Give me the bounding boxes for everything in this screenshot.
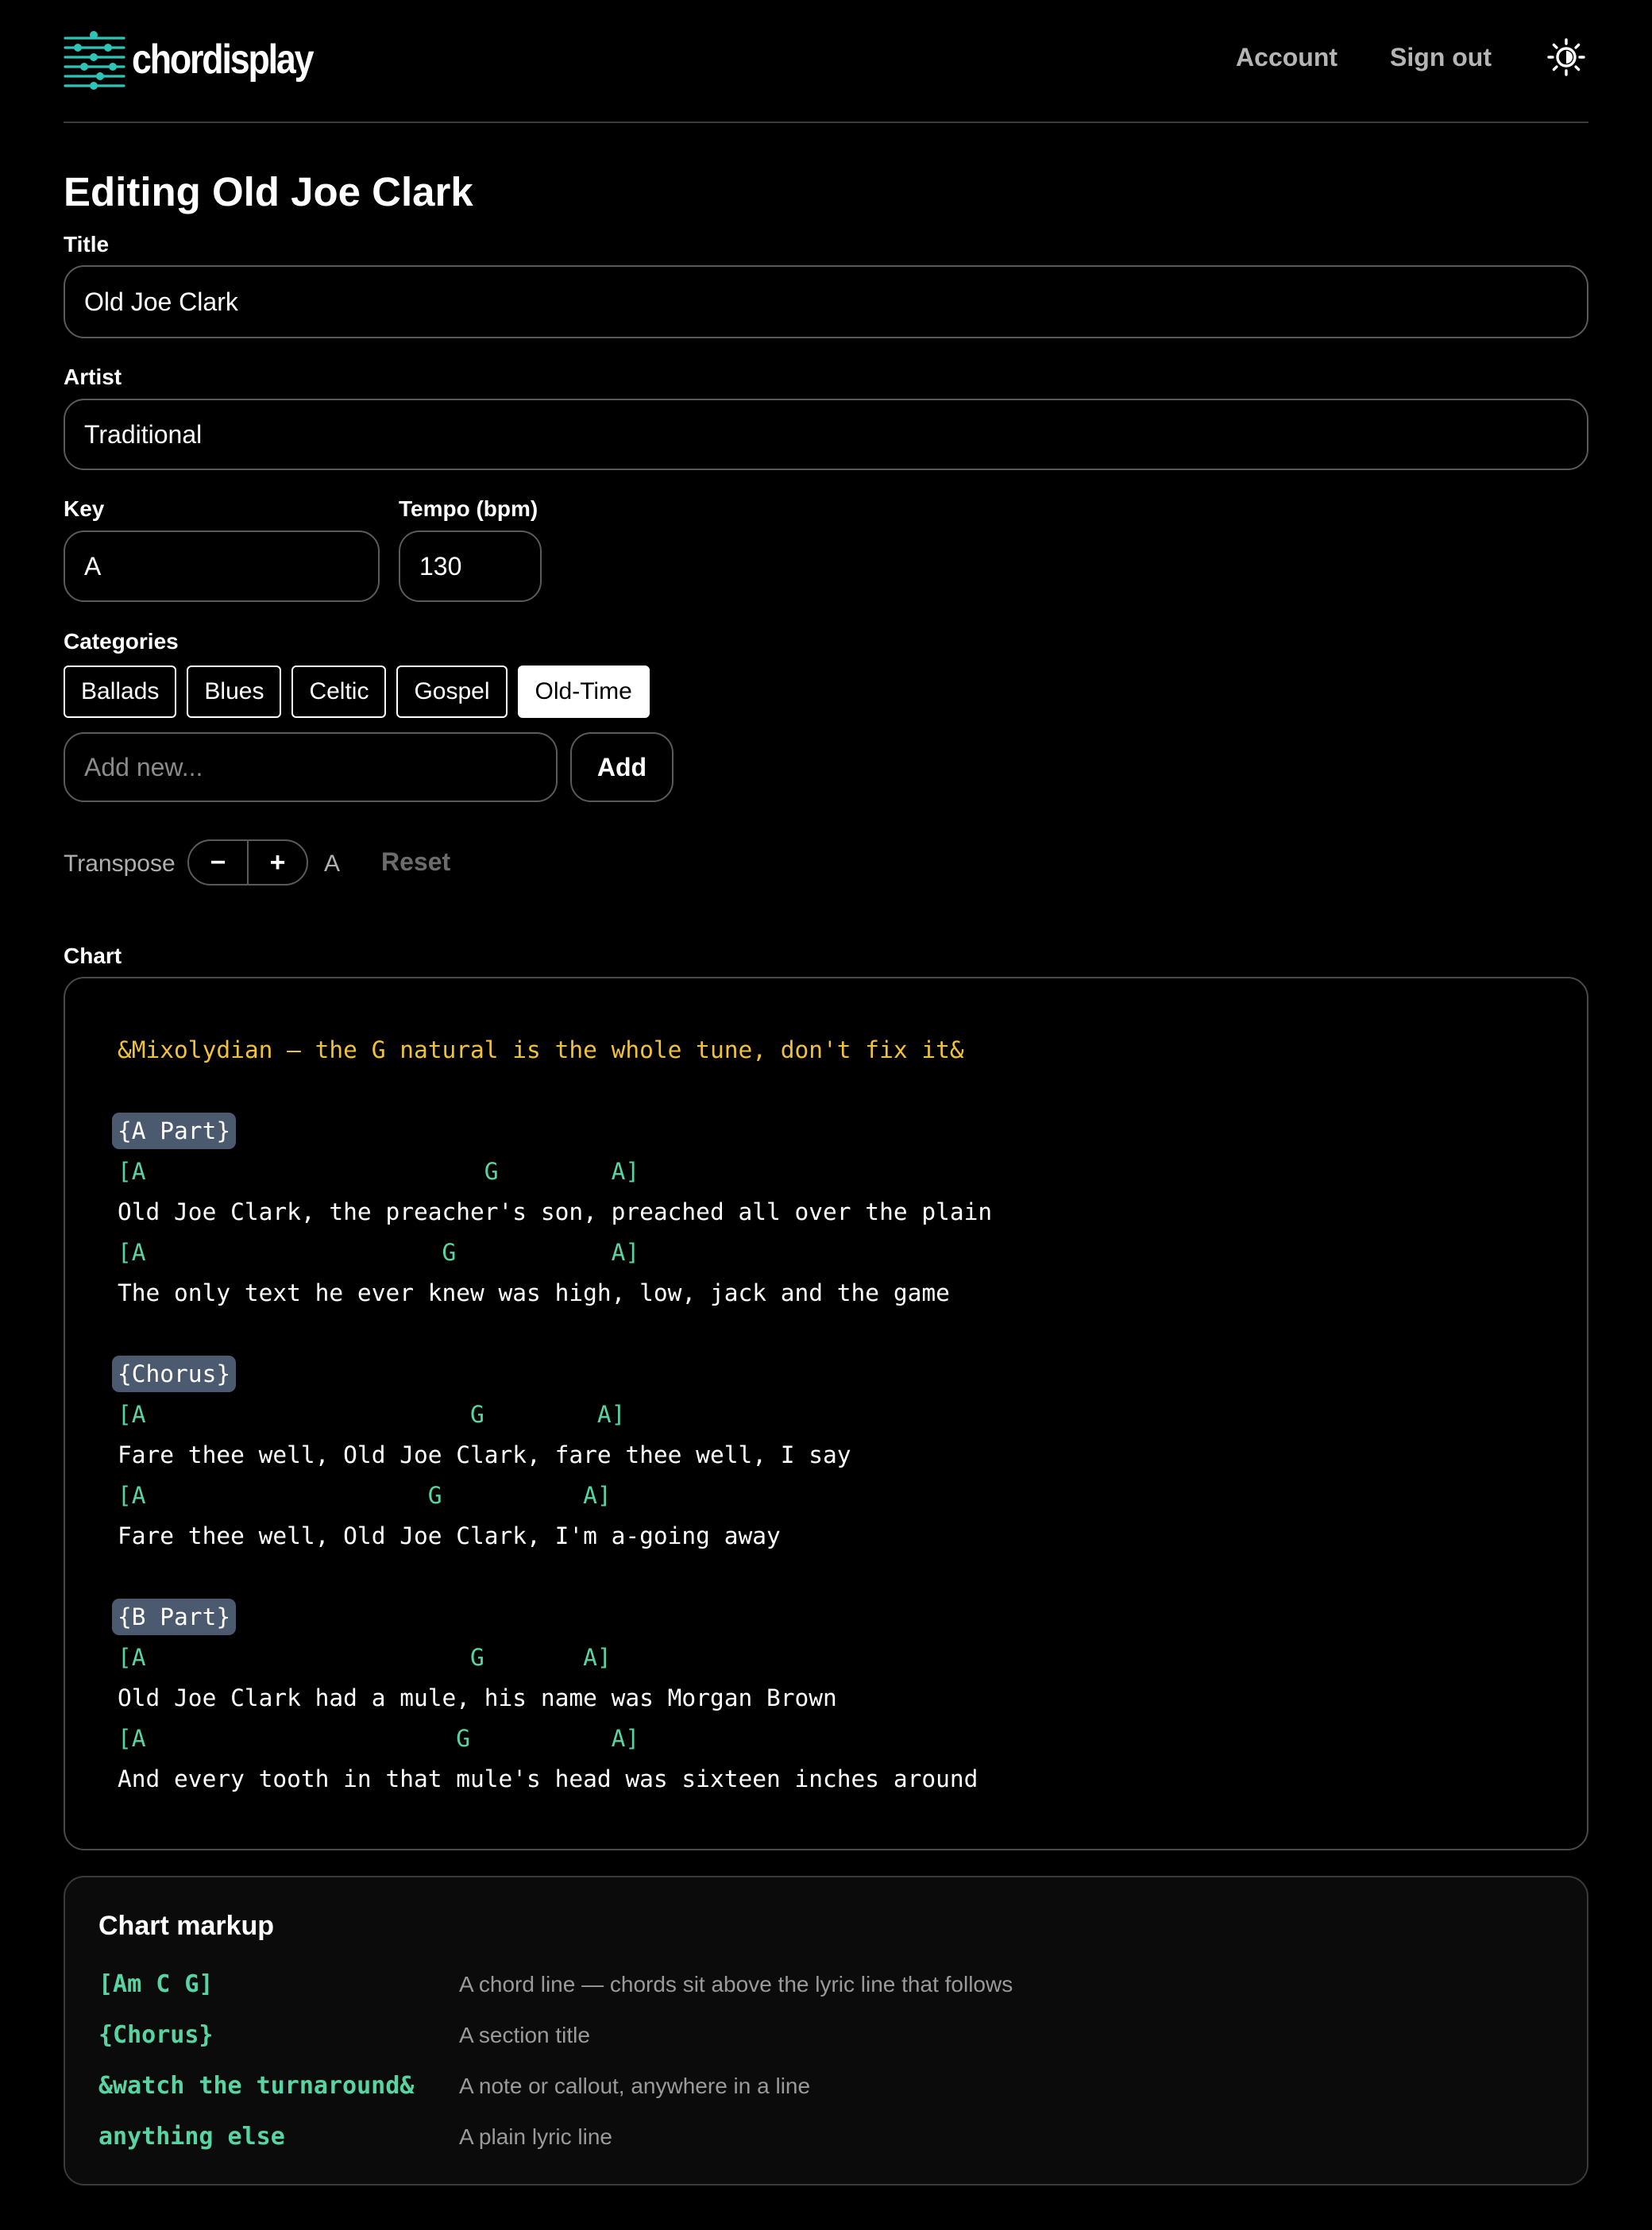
reference-code: &watch the turnaround&: [98, 2072, 415, 2100]
sign-out-link[interactable]: Sign out: [1390, 43, 1492, 72]
chart-lyric-line: Old Joe Clark had a mule, his name was M…: [118, 1684, 837, 1711]
artist-input[interactable]: [64, 399, 1588, 470]
tempo-label: Tempo (bpm): [399, 496, 538, 521]
transpose-current-key: A: [324, 851, 341, 877]
transpose-down-button[interactable]: −: [189, 841, 247, 884]
chart-lyric-line: Old Joe Clark, the preacher's son, preac…: [118, 1198, 993, 1225]
chart-chord-line: [A G A]: [118, 1644, 612, 1671]
chart-markup-reference: Chart markup [Am C G] A chord line — cho…: [64, 1876, 1588, 2186]
tempo-input[interactable]: [399, 530, 542, 602]
chart-chord-line: [A G A]: [118, 1482, 612, 1509]
chart-editor[interactable]: &Mixolydian — the G natural is the whole…: [64, 977, 1588, 1850]
chart-lyric-line: Fare thee well, Old Joe Clark, fare thee…: [118, 1441, 851, 1468]
reference-row: {Chorus} A section title: [98, 2021, 1528, 2053]
logo-text: chordisplay: [132, 37, 315, 83]
reference-description: A note or callout, anywhere in a line: [459, 2074, 811, 2098]
chart-section-title: {A Part}: [112, 1113, 237, 1149]
page-title: Editing Old Joe Clark: [64, 169, 473, 214]
chart-section-title: {B Part}: [112, 1599, 237, 1635]
title-input[interactable]: [64, 265, 1588, 338]
transpose-up-button[interactable]: +: [247, 841, 307, 884]
theme-toggle-button[interactable]: [1544, 35, 1588, 79]
artist-label: Artist: [64, 365, 122, 389]
chart-lyric-line: Fare thee well, Old Joe Clark, I'm a-goi…: [118, 1522, 781, 1549]
header: chordisplay Account Sign out: [64, 0, 1588, 123]
reference-description: A plain lyric line: [459, 2124, 612, 2149]
chart-lyric-line: The only text he ever knew was high, low…: [118, 1279, 950, 1306]
chart-section-title: {Chorus}: [112, 1356, 237, 1392]
reference-row: [Am C G] A chord line — chords sit above…: [98, 1970, 1528, 2002]
category-chip-blues[interactable]: Blues: [187, 666, 282, 718]
category-chip-old-time[interactable]: Old-Time: [517, 666, 650, 718]
reference-code: {Chorus}: [98, 2021, 214, 2049]
key-label: Key: [64, 496, 105, 521]
transpose-label: Transpose: [64, 851, 176, 877]
equalizer-logo-icon: [64, 31, 125, 90]
category-chip-ballads[interactable]: Ballads: [64, 666, 177, 718]
reference-code: anything else: [98, 2123, 285, 2151]
transpose-reset-button[interactable]: Reset: [381, 847, 450, 877]
chart-chord-line: [A G A]: [118, 1401, 626, 1428]
add-category-button[interactable]: Add: [570, 732, 674, 802]
reference-description: A section title: [459, 2023, 590, 2047]
reference-row: &watch the turnaround& A note or callout…: [98, 2072, 1528, 2104]
account-link[interactable]: Account: [1236, 43, 1337, 72]
reference-title: Chart markup: [98, 1911, 275, 1941]
key-input[interactable]: [64, 530, 380, 602]
reference-row: anything else A plain lyric line: [98, 2123, 1528, 2155]
chart-chord-line: [A G A]: [118, 1239, 640, 1266]
page: chordisplay Account Sign out Editing Old…: [0, 0, 1652, 2230]
chart-note-line: &Mixolydian — the G natural is the whole…: [118, 1036, 964, 1063]
reference-description: A chord line — chords sit above the lyri…: [459, 1972, 1013, 1997]
chart-chord-line: [A G A]: [118, 1158, 640, 1185]
categories-label: Categories: [64, 629, 179, 654]
category-chip-gospel[interactable]: Gospel: [396, 666, 508, 718]
category-chips: Ballads Blues Celtic Gospel Old-Time: [64, 666, 660, 718]
top-nav: Account Sign out: [1236, 35, 1588, 79]
chart-lyric-line: And every tooth in that mule's head was …: [118, 1765, 978, 1792]
title-label: Title: [64, 232, 110, 257]
transpose-stepper: − +: [187, 839, 308, 885]
chart-label: Chart: [64, 943, 122, 968]
logo[interactable]: chordisplay: [64, 29, 342, 91]
category-chip-celtic[interactable]: Celtic: [291, 666, 387, 718]
chart-chord-line: [A G A]: [118, 1725, 640, 1752]
sun-icon: [1547, 38, 1585, 76]
new-category-input[interactable]: [64, 732, 558, 802]
reference-code: [Am C G]: [98, 1970, 214, 1998]
